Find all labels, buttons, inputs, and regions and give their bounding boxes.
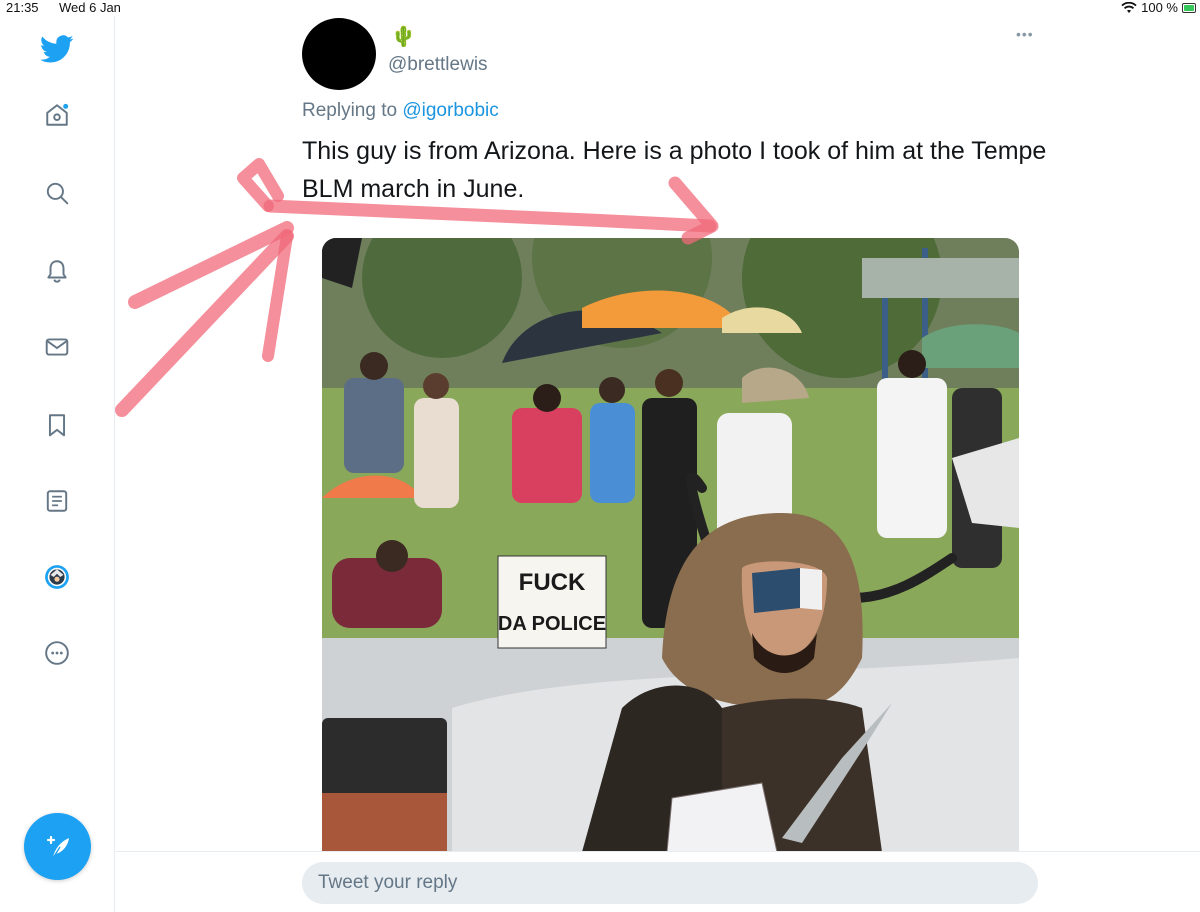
search-icon[interactable] [40,176,74,210]
twitter-logo-icon[interactable] [40,32,74,66]
compose-feather-icon [46,835,69,858]
replying-to-line: Replying to @igorbobic [302,100,499,122]
lists-icon[interactable] [40,484,74,518]
reply-input[interactable] [302,862,1038,904]
tweet-more-menu-icon[interactable]: ••• [1016,26,1034,42]
sign-line-2: DA POLICE [498,613,606,635]
compose-tweet-button[interactable] [24,813,91,880]
notifications-bell-icon[interactable] [40,254,74,288]
replying-to-link[interactable]: @igorbobic [402,100,498,121]
bookmark-icon[interactable] [40,408,74,442]
protest-photo: FUCK DA POLICE [322,238,1019,852]
author-avatar[interactable] [302,18,376,90]
status-date: Wed 6 Jan [59,0,121,15]
status-bar: 21:35 Wed 6 Jan 100 % [0,0,1200,16]
profile-avatar-icon[interactable] [40,560,74,594]
tweet-photo[interactable]: FUCK DA POLICE [322,238,1019,852]
reply-composer[interactable] [302,862,1038,904]
sign-line-1: FUCK [519,569,586,596]
more-options-icon[interactable] [40,636,74,670]
tweet-detail: 🌵 @brettlewis ••• Replying to @igorbobic… [116,16,1200,912]
wifi-icon [1121,1,1137,13]
battery-percent: 100 % [1141,0,1178,15]
author-handle[interactable]: @brettlewis [388,54,488,76]
author-display-name-emoji[interactable]: 🌵 [391,26,416,48]
battery-icon [1182,2,1196,13]
replying-prefix: Replying to [302,100,398,121]
tweet-text: This guy is from Arizona. Here is a phot… [302,137,1047,203]
status-time: 21:35 [6,0,39,15]
sidebar-nav [0,16,115,912]
reply-divider [116,851,1200,852]
messages-envelope-icon[interactable] [40,330,74,364]
home-icon[interactable] [40,98,74,132]
status-indicators: 100 % [1121,0,1196,15]
